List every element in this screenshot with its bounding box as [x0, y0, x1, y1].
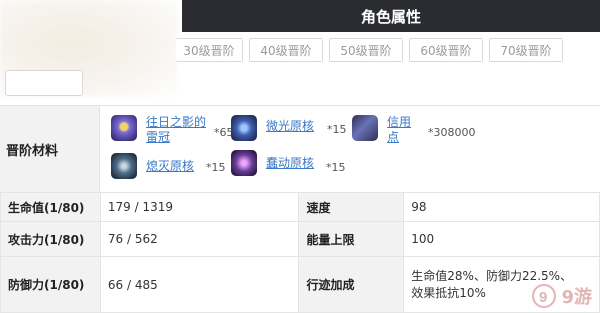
material-squirming-core[interactable]: 蠢动原核 — [231, 150, 314, 176]
glimmer-core-icon — [231, 115, 257, 141]
stat-label-def: 防御力(1/80) — [0, 256, 101, 313]
material-count: *15 — [326, 161, 346, 174]
stat-value-atk: 76 / 562 — [99, 221, 300, 257]
material-thunder-crown[interactable]: 往日之影的雷冠 — [111, 115, 208, 145]
credit-icon — [352, 115, 378, 141]
stat-value-speed: 98 — [403, 192, 600, 222]
material-count: *308000 — [428, 126, 476, 139]
squirming-core-icon — [231, 150, 257, 176]
extinguished-core-icon — [111, 153, 137, 179]
stat-label-atk: 攻击力(1/80) — [0, 221, 101, 257]
stat-label-trace: 行迹加成 — [298, 256, 405, 313]
level-tab-blurred[interactable] — [5, 70, 83, 96]
tab-level-60[interactable]: 60级晋阶 — [409, 38, 483, 62]
table-row: 防御力(1/80) 66 / 485 行迹加成 生命值28%、防御力22.5%、… — [0, 256, 600, 313]
level-tabs: 30级晋阶 40级晋阶 50级晋阶 60级晋阶 70级晋阶 — [0, 38, 600, 62]
thunder-crown-icon — [111, 115, 137, 141]
material-name[interactable]: 微光原核 — [266, 119, 314, 134]
watermark-text: 9游 — [561, 287, 592, 308]
stat-value-hp: 179 / 1319 — [99, 192, 300, 222]
watermark-logo: 9 9游 — [531, 283, 592, 309]
stat-label-energy: 能量上限 — [298, 221, 405, 257]
material-glimmer-core[interactable]: 微光原核 — [231, 115, 314, 141]
tab-level-70[interactable]: 70级晋阶 — [489, 38, 563, 62]
tab-label: 70级晋阶 — [500, 43, 552, 58]
materials-row: 晋阶材料 往日之影的雷冠 *65 微光原核 *15 信用点 *308000 熄灭… — [0, 105, 600, 193]
tab-label: 50级晋阶 — [340, 43, 392, 58]
svg-text:9: 9 — [539, 289, 547, 306]
section-title-text: 角色属性 — [360, 7, 421, 26]
tab-label: 60级晋阶 — [420, 43, 472, 58]
material-count: *15 — [327, 123, 347, 136]
materials-label: 晋阶材料 — [0, 106, 100, 193]
tab-level-50[interactable]: 50级晋阶 — [329, 38, 403, 62]
stat-label-hp: 生命值(1/80) — [0, 192, 101, 222]
material-name[interactable]: 往日之影的雷冠 — [146, 115, 208, 145]
tab-label: 40级晋阶 — [260, 43, 312, 58]
trace-bonus-line1: 生命值28%、防御力22.5%、 — [411, 268, 573, 283]
stat-value-def: 66 / 485 — [99, 256, 300, 313]
material-extinguished-core[interactable]: 熄灭原核 — [111, 153, 194, 179]
material-credit[interactable]: 信用点 — [352, 115, 415, 145]
stats-table: 生命值(1/80) 179 / 1319 速度 98 攻击力(1/80) 76 … — [0, 192, 600, 313]
section-title: 角色属性 — [182, 0, 600, 32]
table-row: 生命值(1/80) 179 / 1319 速度 98 — [0, 192, 600, 222]
material-count: *15 — [206, 161, 226, 174]
stat-value-energy: 100 — [403, 221, 600, 257]
table-row: 攻击力(1/80) 76 / 562 能量上限 100 — [0, 221, 600, 257]
tab-level-40[interactable]: 40级晋阶 — [249, 38, 323, 62]
tab-label: 30级晋阶 — [183, 43, 235, 58]
material-name[interactable]: 熄灭原核 — [146, 159, 194, 174]
material-name[interactable]: 蠢动原核 — [266, 156, 314, 171]
material-name[interactable]: 信用点 — [387, 115, 415, 145]
tab-level-30[interactable]: 30级晋阶 — [176, 38, 243, 62]
stat-label-speed: 速度 — [298, 192, 405, 222]
